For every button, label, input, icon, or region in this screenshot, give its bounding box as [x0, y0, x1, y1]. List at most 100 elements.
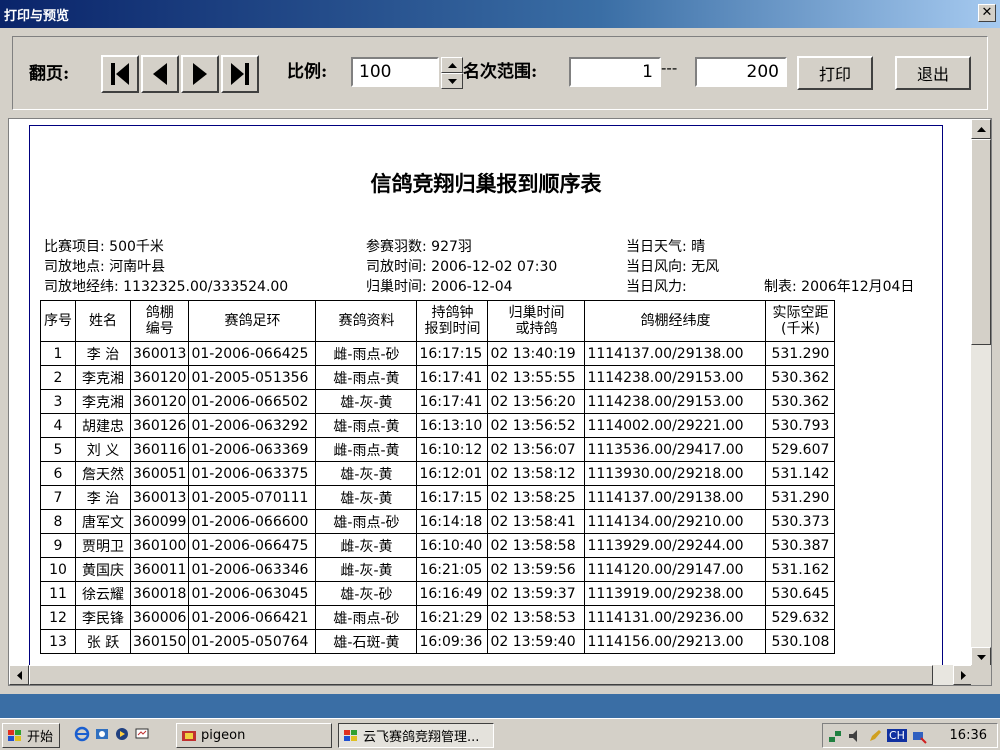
- close-button[interactable]: ✕: [978, 4, 996, 22]
- info-made-date: 制表: 2006年12月04日: [764, 279, 915, 295]
- scroll-up-button[interactable]: [971, 119, 991, 139]
- taskbar: 开始 pigeon 云飞赛鸽竞翔管理... CH 16:36: [0, 718, 1000, 750]
- table-cell: 16:10:40: [416, 533, 489, 558]
- scale-spinner[interactable]: [441, 57, 463, 89]
- table-cell: 1114002.00/29221.00: [584, 413, 767, 438]
- table-cell: 刘 义: [75, 437, 131, 462]
- ie-browser-icon[interactable]: [74, 726, 90, 742]
- clock: 16:36: [949, 728, 987, 743]
- table-cell: 7: [40, 485, 76, 510]
- table-cell: 02 13:58:25: [487, 485, 586, 510]
- info-release-time: 司放时间: 2006-12-02 07:30: [366, 259, 558, 275]
- next-page-button[interactable]: [181, 55, 219, 93]
- table-row: 5刘 义 360116 01-2006-063369 雌-雨点-黄 16:10:12 02…: [40, 437, 836, 462]
- table-cell: 01-2005-050764: [188, 629, 317, 654]
- arrow-up-icon: [447, 62, 457, 68]
- table-cell: 1: [40, 341, 76, 366]
- table-cell: 1113919.00/29238.00: [584, 581, 767, 606]
- table-cell: 01-2006-066600: [188, 509, 317, 534]
- vertical-scrollbar[interactable]: [971, 119, 991, 667]
- pigeon-app-icon: [182, 730, 196, 741]
- table-cell: 360051: [129, 461, 190, 486]
- table-cell: 16:12:01: [416, 461, 489, 486]
- table-cell: 02 13:58:41: [487, 509, 586, 534]
- table-row: 1李 治 360013 01-2006-066425 雌-雨点-砂 16:17:15 02…: [40, 341, 836, 366]
- scroll-right-button[interactable]: [953, 665, 973, 685]
- table-cell: 531.290: [765, 485, 836, 510]
- table-cell: 01-2006-066502: [188, 389, 317, 414]
- spin-up-button[interactable]: [441, 57, 463, 73]
- input-language-indicator[interactable]: CH: [887, 729, 907, 742]
- report-page: 信鸽竞翔归巢报到顺序表 比赛项目: 500千米 司放地点: 河南叶县 司放地经纬…: [29, 125, 943, 685]
- pen-icon[interactable]: [867, 728, 883, 744]
- media-player-icon[interactable]: [114, 726, 130, 742]
- scale-input[interactable]: 100: [351, 57, 439, 87]
- table-cell: 360018: [129, 581, 190, 606]
- rank-from-input[interactable]: 1: [569, 57, 661, 87]
- window-title: 打印与预览: [4, 8, 70, 24]
- table-cell: 02 13:56:52: [487, 413, 586, 438]
- exit-button[interactable]: 退出: [895, 56, 971, 90]
- table-cell: 雌-灰-黄: [315, 533, 418, 558]
- taskbar-item-pigeon[interactable]: pigeon: [176, 723, 332, 748]
- scroll-down-button[interactable]: [971, 647, 991, 667]
- col-header-loft-coord: 鸽棚经纬度: [584, 300, 767, 342]
- spin-down-button[interactable]: [441, 73, 463, 89]
- vertical-scroll-thumb[interactable]: [971, 139, 991, 345]
- horizontal-scroll-thumb[interactable]: [29, 665, 933, 685]
- table-cell: 530.373: [765, 509, 836, 534]
- table-cell: 360120: [129, 365, 190, 390]
- print-button[interactable]: 打印: [797, 56, 873, 90]
- info-event: 比赛项目: 500千米: [44, 239, 164, 255]
- show-desktop-icon[interactable]: [134, 726, 150, 742]
- table-cell: 李克湘: [75, 365, 131, 390]
- first-page-icon: [111, 63, 129, 85]
- table-cell: 01-2005-070111: [188, 485, 317, 510]
- outlook-icon[interactable]: [94, 726, 110, 742]
- table-cell: 李克湘: [75, 389, 131, 414]
- col-header-return-time: 归巢时间 或持鸽: [487, 300, 586, 342]
- volume-icon[interactable]: [847, 728, 863, 744]
- table-cell: 360100: [129, 533, 190, 558]
- start-button[interactable]: 开始: [2, 723, 60, 748]
- first-page-button[interactable]: [101, 55, 139, 93]
- report-preview[interactable]: 信鸽竞翔归巢报到顺序表 比赛项目: 500千米 司放地点: 河南叶县 司放地经纬…: [8, 118, 992, 686]
- table-cell: 360099: [129, 509, 190, 534]
- table-cell: 詹天然: [75, 461, 131, 486]
- table-cell: 01-2006-063346: [188, 557, 317, 582]
- table-cell: 360013: [129, 485, 190, 510]
- toolbar-panel: 翻页: 比例: 100 名次范围: 1 --- 200 打印 退出: [12, 36, 988, 110]
- arrow-left-icon: [16, 670, 22, 680]
- scroll-left-button[interactable]: [9, 665, 29, 685]
- table-cell: 01-2006-063292: [188, 413, 317, 438]
- horizontal-scrollbar[interactable]: [9, 665, 973, 685]
- table-cell: 贾明卫: [75, 533, 131, 558]
- table-row: 11 徐云耀 360018 01-2006-063045 雄-灰-砂 16:16:49 02…: [40, 581, 836, 606]
- last-page-button[interactable]: [221, 55, 259, 93]
- prev-page-button[interactable]: [141, 55, 179, 93]
- table-cell: 02 13:56:07: [487, 437, 586, 462]
- arrow-down-icon: [976, 654, 986, 660]
- table-row: 4 胡建忠 360126 01-2006-063292 雄-雨点-黄 16:13:10 02…: [40, 413, 836, 438]
- table-cell: 529.607: [765, 437, 836, 462]
- ime-icon[interactable]: [911, 728, 927, 744]
- table-cell: 5: [40, 437, 76, 462]
- table-cell: 唐军文: [75, 509, 131, 534]
- taskbar-item-yunfei[interactable]: 云飞赛鸽竞翔管理...: [338, 723, 494, 748]
- network-icon[interactable]: [827, 728, 843, 744]
- table-row: 2 李克湘 360120 01-2005-051356 雄-雨点-黄 16:17:41 02…: [40, 365, 836, 390]
- table-cell: 360006: [129, 605, 190, 630]
- table-cell: 雌-雨点-砂: [315, 341, 418, 366]
- table-cell: 李民锋: [75, 605, 131, 630]
- table-cell: 1114131.00/29236.00: [584, 605, 767, 630]
- rank-to-input[interactable]: 200: [695, 57, 787, 87]
- table-header-row: 序号 姓名 鸽棚 编号 赛鸽足环 赛鸽资料 持鸽钟 报到时间 归巢时间 或持鸽 鸽棚经…: [40, 300, 836, 342]
- table-cell: 02 13:58:58: [487, 533, 586, 558]
- table-cell: 531.290: [765, 341, 836, 366]
- table-cell: 16:13:10: [416, 413, 489, 438]
- next-page-icon: [193, 63, 207, 85]
- close-icon: ✕: [981, 5, 993, 20]
- table-cell: 01-2006-066421: [188, 605, 317, 630]
- table-cell: 李 治: [75, 341, 131, 366]
- col-header-info: 赛鸽资料: [315, 300, 418, 342]
